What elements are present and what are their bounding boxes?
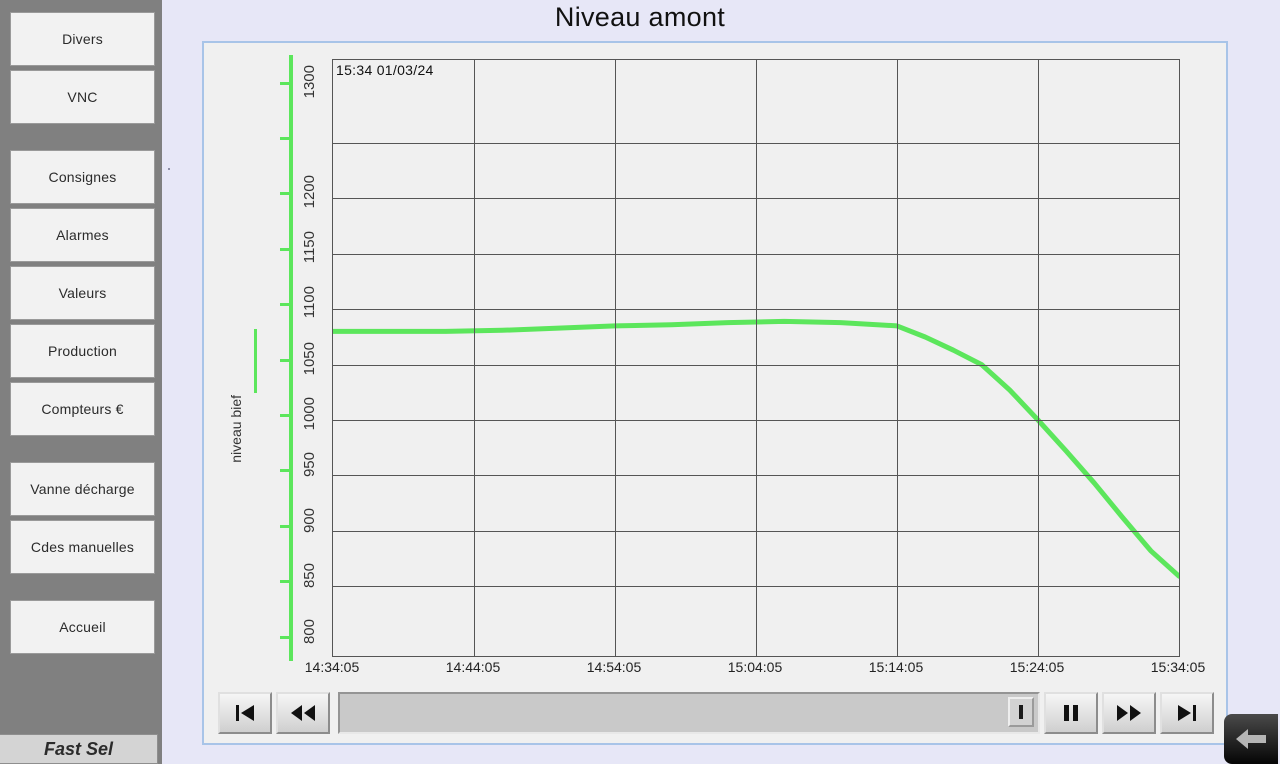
playback-scrollbar[interactable] (338, 692, 1040, 734)
y-axis-tick (280, 192, 289, 196)
chart-legend: niveau bief (228, 323, 272, 493)
y-axis-tick (280, 414, 289, 418)
sidebar-item-label: Consignes (48, 169, 117, 185)
y-axis-label: 800 (301, 618, 318, 644)
sidebar-item-label: Divers (62, 31, 103, 47)
x-axis-label: 14:54:05 (586, 659, 642, 675)
x-axis-label: 15:14:05 (868, 659, 924, 675)
sidebar-item-label: Compteurs € (41, 401, 124, 417)
sidebar-item-consignes[interactable]: Consignes (10, 150, 155, 204)
sidebar-item-label: Accueil (59, 619, 106, 635)
y-axis-tick (280, 303, 289, 307)
y-axis-label: 1300 (301, 64, 318, 99)
y-axis-label: 1100 (301, 286, 318, 319)
y-axis-label: 1000 (301, 397, 318, 431)
y-axis-tick (280, 469, 289, 473)
skip-forward-icon (1178, 705, 1196, 721)
chart-panel: niveau bief 800 850 900 950 1000 1050 1100 1150… (202, 41, 1228, 745)
sidebar-item-label: Vanne décharge (30, 481, 135, 497)
x-axis-label: 15:04:05 (727, 659, 783, 675)
sidebar-item-label: Production (48, 343, 117, 359)
sidebar-separator (0, 124, 162, 146)
sidebar: Divers VNC Consignes Alarmes Valeurs Pro… (0, 0, 162, 764)
y-axis-tick (280, 524, 289, 528)
sidebar-item-alarmes[interactable]: Alarmes (10, 208, 155, 262)
x-axis-label: 14:34:05 (304, 659, 360, 675)
y-axis: niveau bief 800 850 900 950 1000 1050 1100 1150… (204, 43, 332, 673)
y-axis-label: 1150 (301, 230, 318, 264)
grid-line-vertical (474, 60, 475, 656)
fast-sel-button[interactable]: Fast Sel (0, 734, 158, 764)
sidebar-item-vnc[interactable]: VNC (10, 70, 155, 124)
sidebar-item-vanne-decharge[interactable]: Vanne décharge (10, 462, 155, 516)
sidebar-item-valeurs[interactable]: Valeurs (10, 266, 155, 320)
sidebar-item-production[interactable]: Production (10, 324, 155, 378)
skip-back-icon (236, 705, 254, 721)
grid-line-vertical (756, 60, 757, 656)
fast-forward-icon (1117, 705, 1141, 721)
y-axis-tick (280, 247, 289, 251)
sidebar-item-label: VNC (67, 89, 98, 105)
y-axis-label: 850 (301, 563, 318, 589)
y-axis-label: 1050 (301, 341, 318, 376)
y-axis-tick (280, 635, 289, 639)
fast-sel-label: Fast Sel (43, 738, 114, 759)
plot-area: 15:34 01/03/24 (332, 59, 1180, 657)
sidebar-separator (0, 436, 162, 458)
x-axis-label: 15:24:05 (1009, 659, 1065, 675)
y-axis-tick (280, 580, 289, 584)
y-axis-line (280, 55, 293, 661)
legend-color-swatch (254, 329, 257, 393)
fast-forward-button[interactable] (1102, 692, 1156, 734)
legend-label: niveau bief (228, 395, 244, 463)
y-axis-label: 1200 (301, 175, 318, 209)
grid-line-vertical (1038, 60, 1039, 656)
skip-to-start-button[interactable] (218, 692, 272, 734)
sidebar-item-compteurs[interactable]: Compteurs € (10, 382, 155, 436)
y-axis-tick (280, 137, 289, 141)
arrow-left-icon (1236, 729, 1266, 749)
sidebar-item-label: Valeurs (58, 285, 107, 301)
playback-toolbar (218, 691, 1214, 735)
playback-scrollbar-thumb[interactable] (1008, 697, 1034, 727)
rewind-button[interactable] (276, 692, 330, 734)
rewind-icon (291, 705, 315, 721)
sidebar-separator (0, 574, 162, 596)
y-axis-tick (280, 81, 289, 85)
pause-button[interactable] (1044, 692, 1098, 734)
y-axis-tick (280, 358, 289, 362)
skip-to-end-button[interactable] (1160, 692, 1214, 734)
y-axis-label: 900 (301, 507, 318, 533)
pause-icon (1064, 705, 1078, 721)
sidebar-item-accueil[interactable]: Accueil (10, 600, 155, 654)
page-title: Niveau amont (554, 2, 726, 32)
decorative-dot (168, 168, 170, 170)
grid-line-vertical (897, 60, 898, 656)
x-axis-labels: 14:34:05 14:44:05 14:54:05 15:04:05 15:14:05… (305, 659, 1206, 681)
sidebar-item-label: Cdes manuelles (30, 539, 135, 555)
grid-line-vertical (615, 60, 616, 656)
sidebar-item-cdes-manuelles[interactable]: Cdes manuelles (10, 520, 155, 574)
x-axis-label: 15:34:05 (1150, 659, 1206, 675)
y-axis-label: 950 (301, 452, 318, 478)
x-axis-label: 14:44:05 (445, 659, 501, 675)
back-button[interactable] (1224, 714, 1278, 764)
sidebar-item-label: Alarmes (56, 227, 109, 243)
